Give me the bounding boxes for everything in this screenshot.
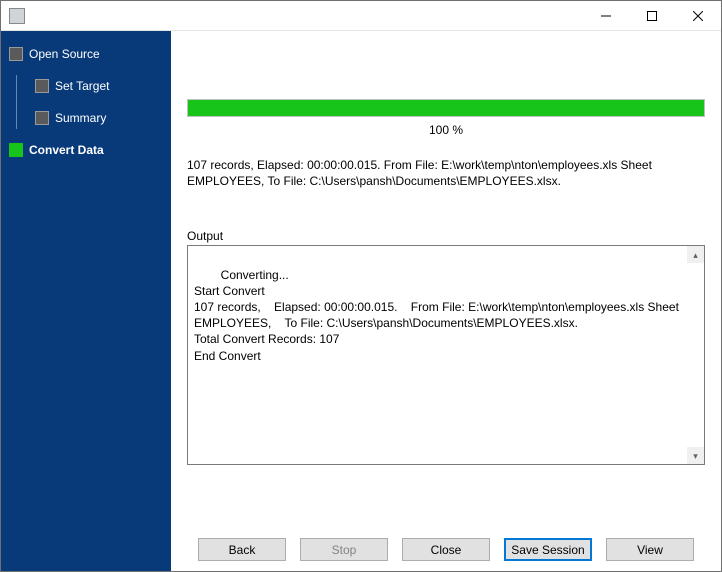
app-icon	[9, 8, 25, 24]
sidebar-item-label: Convert Data	[29, 143, 104, 157]
back-button[interactable]: Back	[198, 538, 286, 561]
body: Open Source Set Target Summary Convert D…	[1, 31, 721, 571]
progress-bar	[187, 99, 705, 117]
view-button[interactable]: View	[606, 538, 694, 561]
scroll-down-icon[interactable]: ▾	[687, 447, 704, 464]
minimize-button[interactable]	[583, 1, 629, 31]
scroll-up-icon[interactable]: ▴	[687, 246, 704, 263]
conversion-summary: 107 records, Elapsed: 00:00:00.015. From…	[187, 157, 705, 189]
progress-percent: 100 %	[187, 123, 705, 137]
titlebar	[1, 1, 721, 31]
stop-button: Stop	[300, 538, 388, 561]
sidebar-item-summary[interactable]: Summary	[35, 107, 163, 129]
step-icon	[9, 47, 23, 61]
save-session-button[interactable]: Save Session	[504, 538, 592, 561]
output-text: Converting... Start Convert 107 records,…	[194, 268, 682, 363]
step-icon	[9, 143, 23, 157]
sidebar-item-convert-data[interactable]: Convert Data	[9, 139, 163, 161]
sidebar-item-set-target[interactable]: Set Target	[35, 75, 163, 97]
step-icon	[35, 79, 49, 93]
app-window: Open Source Set Target Summary Convert D…	[0, 0, 722, 572]
main-panel: 100 % 107 records, Elapsed: 00:00:00.015…	[171, 31, 721, 571]
button-row: Back Stop Close Save Session View	[187, 526, 705, 561]
close-button[interactable]: Close	[402, 538, 490, 561]
output-textarea[interactable]: Converting... Start Convert 107 records,…	[187, 245, 705, 465]
sidebar-item-label: Open Source	[29, 47, 100, 61]
sidebar-item-label: Summary	[55, 111, 106, 125]
window-controls	[583, 1, 721, 31]
sidebar-item-open-source[interactable]: Open Source	[9, 43, 163, 65]
step-icon	[35, 111, 49, 125]
window-close-button[interactable]	[675, 1, 721, 31]
output-label: Output	[187, 229, 705, 243]
wizard-sidebar: Open Source Set Target Summary Convert D…	[1, 31, 171, 571]
progress-section: 100 %	[187, 99, 705, 137]
sidebar-item-label: Set Target	[55, 79, 109, 93]
maximize-button[interactable]	[629, 1, 675, 31]
